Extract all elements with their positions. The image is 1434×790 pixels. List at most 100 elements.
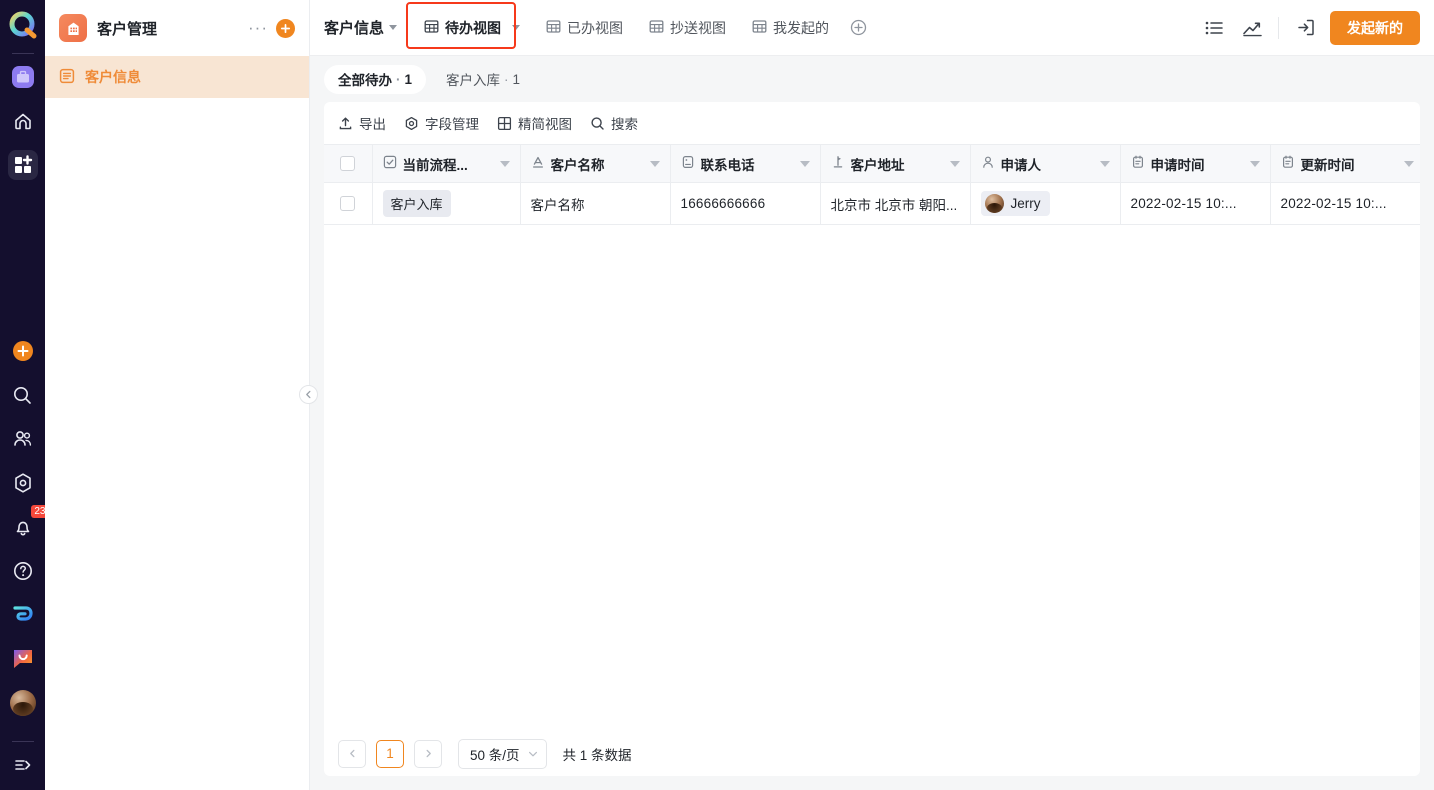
simple-view-button[interactable]: 精简视图	[497, 113, 572, 133]
status-subtabs: 全部待办 · 1 客户入库 · 1	[310, 56, 1434, 102]
app-sidebar: 客户管理 ··· 客户信息	[45, 0, 318, 790]
table-panel: 导出 字段管理 精简视图 搜索 当前流程... 客户名称 联系电话 客户地址 申…	[324, 102, 1420, 776]
table-scroll-area[interactable]: 当前流程... 客户名称 联系电话 客户地址 申请人 申请时间 更新时间 客户入…	[324, 144, 1420, 731]
field-manage-button[interactable]: 字段管理	[404, 113, 479, 133]
text-a-icon	[531, 155, 545, 172]
list-view-icon[interactable]	[1195, 10, 1233, 46]
subtab-label: 全部待办	[338, 73, 392, 88]
chevron-down-icon[interactable]	[512, 25, 521, 30]
export-door-icon[interactable]	[1286, 10, 1324, 46]
column-header-phone[interactable]: 联系电话	[670, 144, 821, 183]
create-new-button[interactable]: 发起新的	[1330, 10, 1420, 45]
checkbox-square-icon	[383, 155, 397, 172]
add-circle-icon[interactable]	[844, 19, 873, 36]
upload-icon	[339, 117, 352, 129]
user-avatar[interactable]	[8, 688, 38, 718]
building-icon	[59, 14, 87, 42]
column-label: 客户名称	[550, 157, 605, 173]
subtab-count: 1	[404, 71, 413, 87]
column-header-update-time[interactable]: 更新时间	[1270, 144, 1420, 183]
form-name-dropdown[interactable]: 客户信息	[310, 17, 413, 38]
column-header-applicant[interactable]: 申请人	[970, 144, 1121, 183]
teal-app-icon[interactable]	[8, 600, 38, 630]
prev-page-button[interactable]	[338, 739, 366, 768]
tab-cc-view[interactable]: 抄送视图	[638, 12, 737, 44]
bell-icon[interactable]: 23	[8, 505, 49, 542]
export-button[interactable]: 导出	[338, 113, 386, 133]
column-header-address[interactable]: 客户地址	[820, 144, 971, 183]
column-filter-icon[interactable]	[799, 160, 810, 167]
table-icon	[546, 19, 561, 37]
contacts-icon[interactable]	[8, 424, 38, 454]
search-button[interactable]: 搜索	[590, 113, 638, 133]
subtab-customer-intake[interactable]: 客户入库 · 1	[432, 65, 534, 94]
table-row[interactable]: 客户入库 客户名称 16666666666 北京市 北京市 朝阳... Jerr…	[324, 182, 1420, 225]
page-size-label: 50 条/页	[470, 747, 520, 763]
main-area: 客户信息 待办视图 已办视图 抄送视图 我发起的 发起新的 全部待办 · 1 客…	[310, 0, 1434, 790]
column-label: 更新时间	[1300, 157, 1355, 173]
apps-grid-icon[interactable]	[7, 150, 38, 180]
column-label: 当前流程...	[402, 157, 468, 173]
avatar	[984, 194, 1004, 213]
settings-hex-icon[interactable]	[8, 468, 38, 498]
column-filter-icon[interactable]	[1403, 160, 1414, 167]
column-filter-icon[interactable]	[649, 160, 660, 167]
cell-apply-time: 2022-02-15 10:...	[1120, 182, 1271, 225]
sidebar-header: 客户管理 ···	[45, 0, 309, 56]
trend-chart-icon[interactable]	[1233, 10, 1271, 46]
person-icon	[981, 155, 995, 172]
cell-update-time: 2022-02-15 10:...	[1270, 182, 1420, 225]
select-all-checkbox[interactable]	[340, 156, 356, 172]
home-icon[interactable]	[8, 106, 38, 136]
app-root: 23 客户管理 ··· 客户信息 客户信息 待办视图 已办视图 抄送视图 我发起…	[0, 0, 1434, 790]
q-logo[interactable]	[5, 8, 41, 44]
form-name-label: 客户信息	[324, 20, 385, 37]
expand-rail-icon[interactable]	[8, 750, 38, 780]
tab-label: 抄送视图	[670, 19, 727, 36]
briefcase-app-icon[interactable]	[8, 62, 38, 92]
location-pin-icon	[831, 155, 845, 172]
add-icon[interactable]	[8, 336, 38, 366]
cell-phone: 16666666666	[670, 182, 821, 225]
avatar-image	[9, 690, 36, 716]
tab-done-view[interactable]: 已办视图	[535, 12, 634, 44]
column-header-process[interactable]: 当前流程...	[372, 144, 521, 183]
page-number-1[interactable]: 1	[376, 739, 404, 768]
row-select-cell	[324, 182, 373, 225]
table-icon	[424, 19, 439, 37]
tab-label: 待办视图	[445, 19, 502, 36]
column-header-customer-name[interactable]: 客户名称	[520, 144, 671, 183]
tab-todo-view[interactable]: 待办视图	[413, 11, 532, 44]
colorful-app-icon[interactable]	[8, 644, 38, 674]
subtab-all-todo[interactable]: 全部待办 · 1	[324, 64, 427, 94]
sidebar-item-customer-info[interactable]: 客户信息	[45, 56, 309, 98]
sidebar-more-button[interactable]: ···	[240, 19, 276, 36]
cell-process: 客户入库	[372, 182, 521, 225]
column-filter-icon[interactable]	[499, 160, 510, 167]
left-icon-rail: 23	[0, 0, 49, 790]
calendar-icon	[1281, 155, 1295, 172]
column-filter-icon[interactable]	[949, 160, 960, 167]
column-filter-icon[interactable]	[1099, 160, 1110, 167]
column-filter-icon[interactable]	[1249, 160, 1260, 167]
top-right-actions: 发起新的	[1195, 10, 1420, 46]
search-icon[interactable]	[8, 380, 38, 410]
table-icon	[752, 19, 767, 37]
select-all-header	[324, 144, 373, 183]
next-page-button[interactable]	[414, 739, 442, 768]
form-icon	[59, 68, 75, 87]
help-icon[interactable]	[8, 556, 38, 586]
total-count-label: 共 1 条数据	[562, 747, 632, 763]
calendar-icon	[1131, 155, 1145, 172]
column-label: 客户地址	[850, 157, 905, 173]
row-checkbox[interactable]	[340, 196, 356, 212]
page-size-select[interactable]: 50 条/页	[458, 738, 547, 769]
column-header-apply-time[interactable]: 申请时间	[1120, 144, 1271, 183]
tab-my-submissions[interactable]: 我发起的	[741, 12, 840, 44]
sidebar-collapse-button[interactable]	[299, 385, 318, 404]
sidebar-item-label: 客户信息	[85, 69, 141, 85]
sidebar-add-button[interactable]	[276, 18, 295, 38]
search-icon	[591, 116, 604, 130]
view-tabs: 待办视图 已办视图 抄送视图 我发起的	[406, 1, 1195, 49]
toolbar-label: 导出	[359, 117, 386, 132]
